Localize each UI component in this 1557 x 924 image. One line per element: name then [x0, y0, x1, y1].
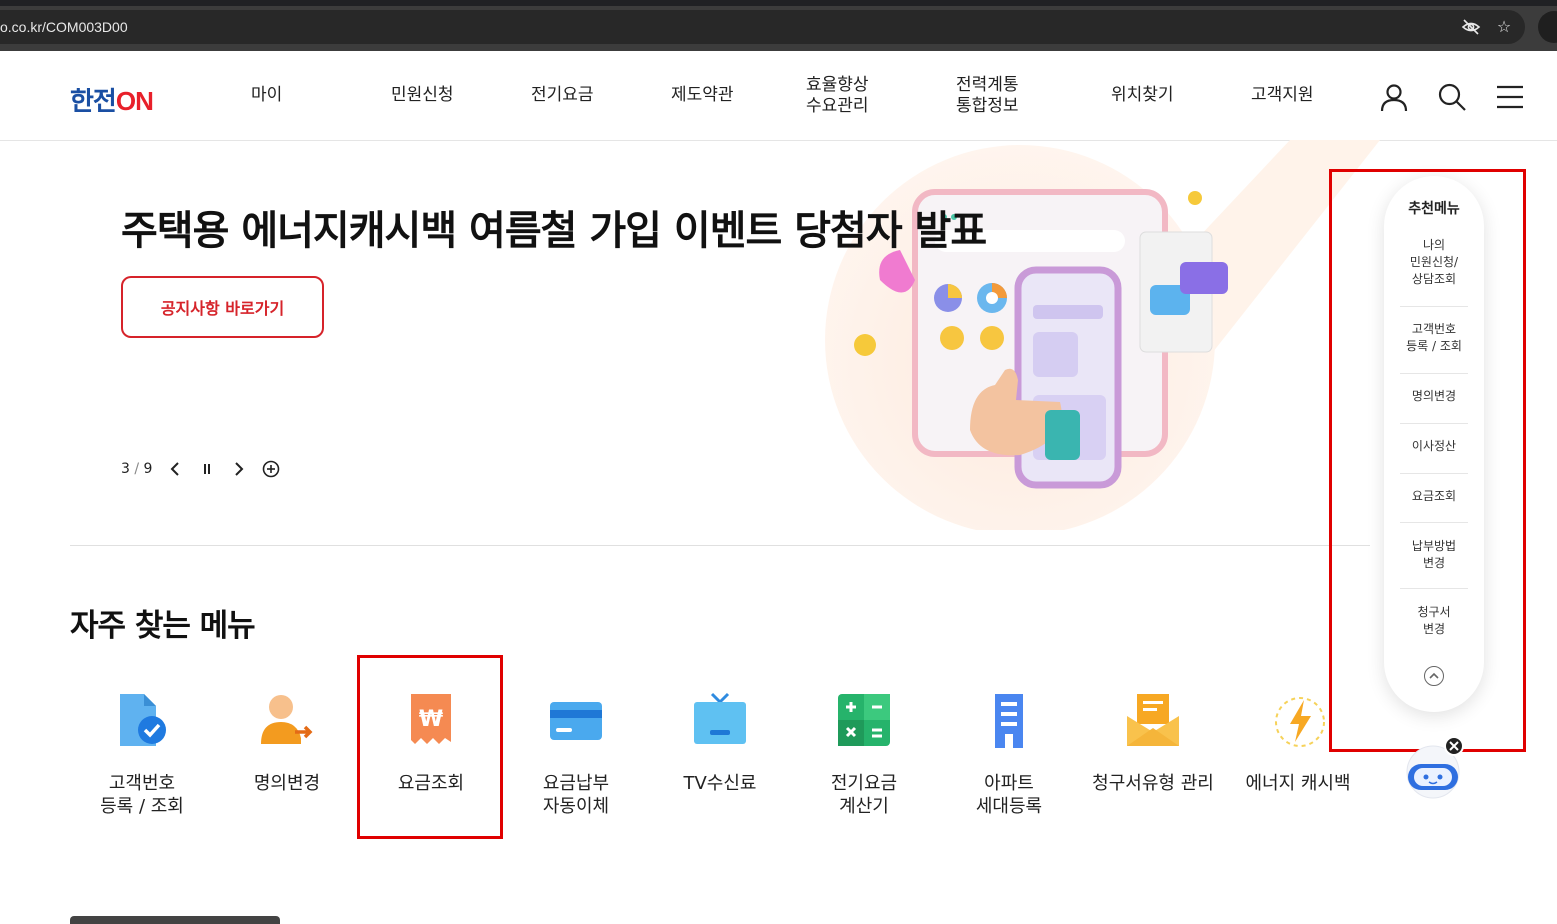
frequent-item-label: 요금납부 자동이체: [542, 773, 610, 817]
frequent-menu-title: 자주 찾는 메뉴: [70, 608, 256, 644]
nav-electric-bill[interactable]: 전기요금: [531, 85, 594, 106]
pause-icon[interactable]: [198, 460, 216, 478]
prev-slide-icon[interactable]: [166, 460, 184, 478]
kepco-on-logo[interactable]: 한전ON: [70, 81, 154, 118]
frequent-item-label: 아파트 세대등록: [975, 773, 1043, 817]
nav-my[interactable]: 마이: [251, 85, 282, 106]
nav-customer-support[interactable]: 고객지원: [1251, 85, 1314, 106]
frequent-item-label: 고객번호 등록 / 조회: [100, 773, 184, 817]
nav-efficiency[interactable]: 효율향상 수요관리: [806, 75, 869, 117]
highlight-box-recommend-menu: [1329, 169, 1526, 752]
chatbot-button[interactable]: [1402, 736, 1464, 800]
page-indicator: 3 / 9: [121, 461, 153, 477]
browser-toolbar: o.co.kr/COM003D00 ☆: [0, 0, 1557, 51]
frequent-item-label: 전기요금 계산기: [830, 773, 898, 817]
nav-civil-application[interactable]: 민원신청: [391, 85, 454, 106]
envelope-icon: [1123, 690, 1183, 750]
bookmark-star-icon[interactable]: ☆: [1494, 17, 1514, 37]
frequent-item-label: 명의변경: [253, 773, 321, 794]
banner-title: 주택용 에너지캐시백 여름철 가입 이벤트 당첨자 발표: [121, 208, 987, 254]
user-icon[interactable]: [1379, 82, 1409, 112]
banner-pager: 3 / 9: [121, 460, 280, 478]
address-bar[interactable]: [0, 10, 1525, 44]
frequent-item-label: 청구서유형 관리: [1092, 773, 1214, 794]
notice-shortcut-button[interactable]: 공지사항 바로가기: [121, 276, 324, 338]
lightning-icon: [1268, 690, 1328, 750]
frequent-item-customer-number[interactable]: 고객번호 등록 / 조회: [72, 690, 212, 818]
frequent-item-label: 에너지 캐시백: [1245, 773, 1351, 794]
logo-text-korean: 한전: [70, 86, 117, 116]
credit-card-icon: [546, 690, 606, 750]
tab-strip: [0, 0, 1557, 6]
eye-off-icon[interactable]: [1461, 17, 1481, 37]
search-icon[interactable]: [1437, 82, 1467, 112]
frequent-item-bill-type[interactable]: 청구서유형 관리: [1083, 690, 1223, 795]
nav-terms[interactable]: 제도약관: [671, 85, 734, 106]
frequent-item-apartment[interactable]: 아파트 세대등록: [939, 690, 1079, 818]
page-total: 9: [143, 461, 153, 477]
close-icon[interactable]: [1444, 736, 1464, 756]
nav-grid-info[interactable]: 전력계통 통합정보: [956, 75, 1019, 117]
section-divider: [70, 545, 1370, 546]
page-current: 3: [121, 461, 130, 477]
address-url[interactable]: o.co.kr/COM003D00: [0, 19, 128, 35]
profile-avatar[interactable]: [1538, 11, 1557, 43]
nav-location[interactable]: 위치찾기: [1111, 85, 1174, 106]
calculator-icon: [834, 690, 894, 750]
highlight-box-bill-inquiry: [357, 655, 503, 839]
site-header: 한전ON 마이 민원신청 전기요금 제도약관 효율향상 수요관리 전력계통 통합…: [0, 51, 1557, 141]
tv-icon: [690, 690, 750, 750]
apartment-icon: [979, 690, 1039, 750]
frequent-item-tv-fee[interactable]: TV수신료: [650, 690, 790, 795]
person-change-icon: [257, 690, 317, 750]
frequent-item-bill-calculator[interactable]: 전기요금 계산기: [794, 690, 934, 818]
next-section-heading-cut: [70, 912, 290, 924]
frequent-item-name-change[interactable]: 명의변경: [217, 690, 357, 795]
logo-text-on: ON: [115, 86, 154, 116]
frequent-item-label: TV수신료: [683, 773, 757, 794]
menu-icon[interactable]: [1495, 82, 1525, 112]
frequent-item-auto-payment[interactable]: 요금납부 자동이체: [506, 690, 646, 818]
document-check-icon: [112, 690, 172, 750]
plus-circle-icon[interactable]: [262, 460, 280, 478]
next-slide-icon[interactable]: [230, 460, 248, 478]
